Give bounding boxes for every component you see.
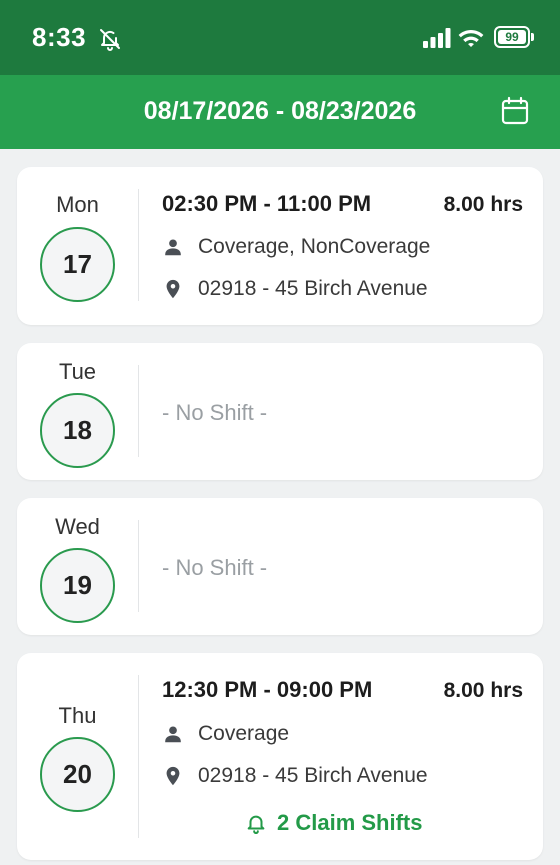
shift-time: 12:30 PM - 09:00 PM [162, 677, 373, 702]
location-pin-icon [166, 279, 180, 299]
role-row: Coverage, NonCoverage [162, 232, 430, 262]
day-number: 18 [40, 393, 115, 468]
wifi-icon [458, 30, 484, 47]
day-number: 17 [40, 227, 115, 302]
status-time: 8:33 [32, 22, 87, 52]
shift-hours: 8.00 hrs [443, 193, 523, 216]
cellular-signal-icon [423, 28, 451, 48]
location-text: 02918 - 45 Birch Avenue [198, 764, 428, 787]
location-row: 02918 - 45 Birch Avenue [162, 274, 428, 304]
day-name: Wed [55, 514, 100, 539]
claim-shifts-button[interactable]: 2 Claim Shifts [245, 808, 422, 838]
person-icon [165, 239, 181, 256]
status-bar: 8:33 99 [0, 0, 560, 75]
no-shift-text: - No Shift - [162, 555, 268, 580]
day-card-tue[interactable]: Tue 18 - No Shift - [17, 343, 543, 480]
battery-level: 99 [498, 30, 526, 44]
role-text: Coverage, NonCoverage [198, 235, 431, 258]
day-name: Tue [58, 359, 97, 384]
day-card-mon[interactable]: Mon 17 02:30 PM - 11:00 PM 8.00 hrs Cove… [17, 167, 543, 325]
location-text: 02918 - 45 Birch Avenue [198, 277, 428, 300]
shift-hours: 8.00 hrs [443, 679, 523, 702]
day-card-thu[interactable]: Thu 20 12:30 PM - 09:00 PM 8.00 hrs Cove… [17, 653, 543, 860]
day-number: 20 [40, 737, 115, 812]
calendar-icon[interactable] [500, 96, 530, 126]
person-icon [165, 726, 181, 743]
shift-time: 02:30 PM - 11:00 PM [162, 191, 372, 216]
claim-shifts-label: 2 Claim Shifts [277, 810, 423, 835]
date-range-title[interactable]: 08/17/2026 - 08/23/2026 [0, 97, 560, 126]
location-row: 02918 - 45 Birch Avenue [162, 761, 428, 791]
week-header: 08/17/2026 - 08/23/2026 [0, 75, 560, 149]
location-pin-icon [166, 766, 180, 786]
role-row: Coverage [162, 719, 289, 749]
no-shift-text: - No Shift - [162, 400, 268, 425]
day-number: 19 [40, 548, 115, 623]
bell-icon [247, 815, 265, 834]
day-card-wed[interactable]: Wed 19 - No Shift - [17, 498, 543, 635]
bell-off-icon [100, 29, 120, 51]
day-name: Thu [58, 703, 97, 728]
battery-icon: 99 [494, 26, 534, 48]
day-name: Mon [56, 192, 99, 217]
role-text: Coverage [198, 722, 290, 745]
